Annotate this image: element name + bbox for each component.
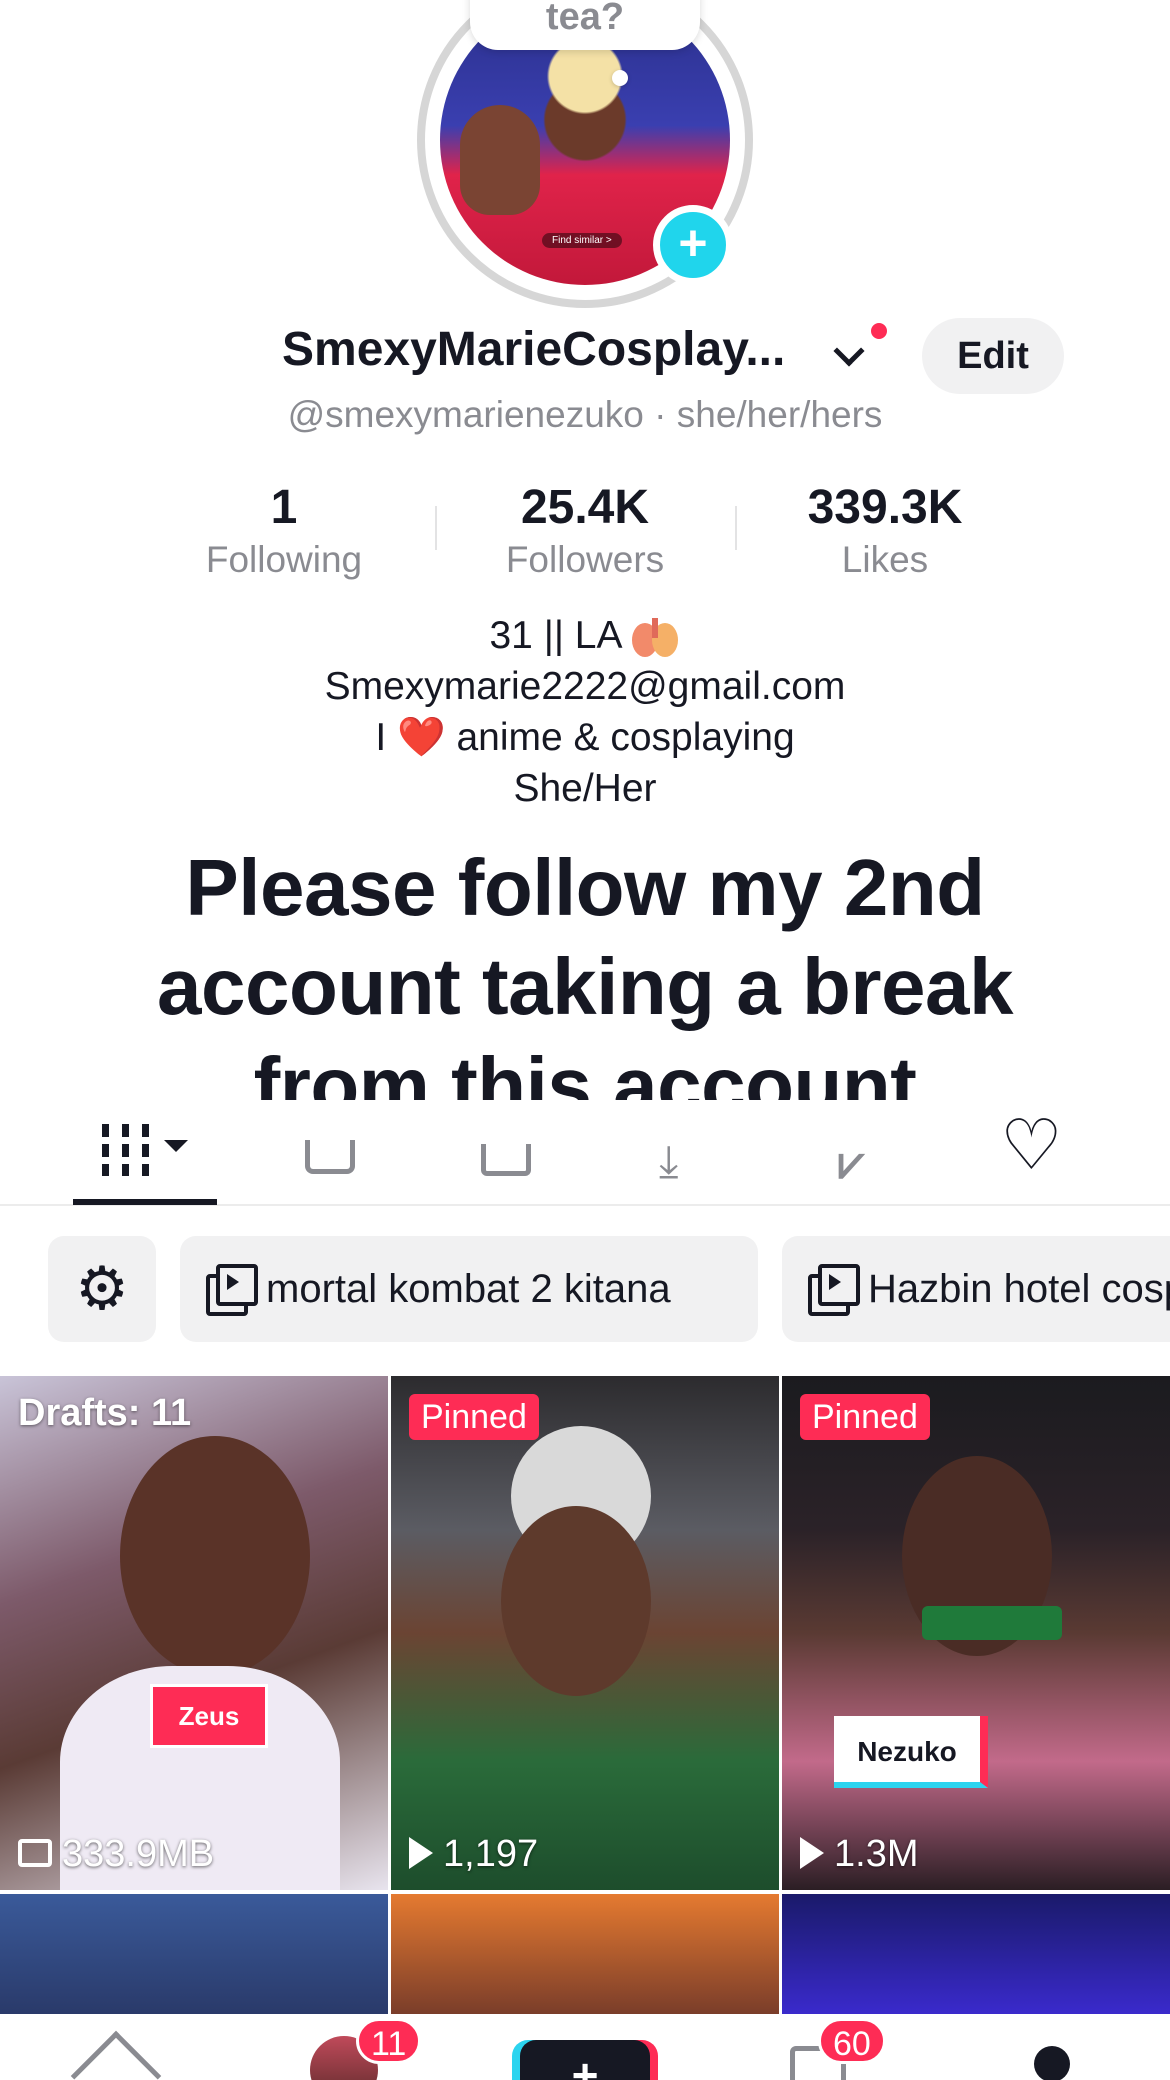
chip-label: mortal kombat 2 kitana — [266, 1267, 671, 1311]
chevron-down-icon[interactable] — [833, 335, 865, 367]
handle-row: @smexymarienezuko · she/her/hers — [0, 394, 1170, 436]
stat-label: Followers — [505, 539, 665, 580]
profile-tab-icon[interactable] — [1034, 2046, 1070, 2080]
heart-icon: ♡ — [1000, 1106, 1063, 1184]
chip-playlist[interactable]: mortal kombat 2 kitana — [180, 1236, 758, 1342]
note-bubble[interactable]: tea? — [470, 0, 700, 50]
draft-size: 333.9MB — [18, 1833, 214, 1876]
bio-line-interests: I ❤️ anime & cosplaying — [0, 712, 1170, 763]
tab-liked[interactable]: ♡ — [964, 1100, 1104, 1200]
stat-likes[interactable]: 339.3K Likes — [735, 480, 1035, 581]
video-thumbnail[interactable]: Pinned Nezuko 1.3M — [782, 1376, 1170, 1890]
video-thumbnail[interactable]: Pinned 1,197 — [391, 1376, 779, 1890]
chevron-down-icon — [164, 1140, 188, 1152]
bio: 31 || LA Smexymarie2222@gmail.com I ❤️ a… — [0, 610, 1170, 814]
tab-tagged[interactable]: ⩗ — [790, 1100, 930, 1200]
home-icon[interactable] — [70, 2030, 162, 2080]
view-count: 1.3M — [800, 1833, 918, 1876]
add-story-button[interactable]: + — [653, 205, 733, 285]
active-tab-indicator — [73, 1199, 217, 1205]
profile-stats: 1 Following 25.4K Followers 339.3K Likes — [0, 480, 1170, 590]
stat-value: 339.3K — [807, 481, 963, 534]
sticker: Zeus — [150, 1684, 268, 1748]
pronouns: she/her/hers — [676, 394, 883, 435]
notification-dot — [868, 320, 890, 342]
display-name[interactable]: SmexyMarieCosplay... — [282, 322, 785, 377]
playlist-chips: ⚙ mortal kombat 2 kitana Hazbin hotel co… — [0, 1236, 1170, 1344]
avatar-hand-graphic — [460, 105, 540, 215]
edit-profile-button[interactable]: Edit — [922, 318, 1064, 394]
bio-text: anime & cosplaying — [456, 716, 795, 759]
video-thumbnail-drafts[interactable]: Drafts: 11 Zeus 333.9MB — [0, 1376, 388, 1890]
tab-favorites[interactable]: ⤓ — [614, 1100, 754, 1200]
bio-line-pronouns: She/Her — [513, 767, 657, 810]
tab-private[interactable] — [260, 1100, 400, 1200]
thumbnail-graphic — [501, 1506, 651, 1696]
drafts-icon — [18, 1838, 52, 1867]
tagged-icon: ⩗ — [838, 1136, 864, 1188]
heart-emoji-icon: ❤️ — [397, 716, 446, 759]
friends-badge: 11 — [356, 2018, 422, 2064]
video-thumbnail[interactable] — [0, 1894, 388, 2014]
chip-label: Hazbin hotel cosplay — [868, 1267, 1170, 1311]
bio-line-email[interactable]: Smexymarie2222@gmail.com — [0, 661, 1170, 712]
find-similar-label[interactable]: Find similar > — [542, 233, 622, 248]
bio-line-location: 31 || LA — [0, 610, 1170, 661]
lungs-emoji-icon — [631, 617, 678, 657]
inbox-badge: 60 — [818, 2018, 886, 2064]
stat-following[interactable]: 1 Following — [134, 480, 434, 581]
reposts-icon — [481, 1144, 531, 1176]
separator: · — [654, 394, 667, 435]
lock-icon — [305, 1140, 355, 1174]
bio-text: I — [375, 716, 387, 759]
tab-reposts[interactable] — [436, 1100, 576, 1200]
favorites-icon: ⤓ — [659, 1137, 679, 1186]
tab-videos[interactable] — [72, 1100, 212, 1200]
chip-playlist[interactable]: Hazbin hotel cosplay — [782, 1236, 1170, 1342]
stat-followers[interactable]: 25.4K Followers — [435, 480, 735, 581]
thumbnail-graphic — [120, 1436, 310, 1676]
announcement-text: Please follow my 2nd account taking a br… — [157, 843, 1013, 1130]
playlist-icon — [808, 1264, 860, 1317]
content-tabs: ⤓ ⩗ ♡ — [0, 1100, 1170, 1206]
chip-settings[interactable]: ⚙ — [48, 1236, 156, 1342]
grid-icon — [102, 1124, 150, 1176]
view-count: 1,197 — [409, 1833, 538, 1876]
play-icon — [800, 1836, 824, 1869]
gear-icon: ⚙ — [75, 1255, 129, 1322]
note-text: tea? — [545, 0, 625, 38]
stat-label: Likes — [841, 539, 929, 580]
play-icon — [409, 1836, 433, 1869]
video-thumbnail[interactable] — [782, 1894, 1170, 2014]
sticker: Nezuko — [834, 1716, 988, 1788]
bamboo-graphic — [922, 1606, 1062, 1640]
bottom-nav: 11 + 60 — [0, 2018, 1170, 2080]
drafts-label: Drafts: 11 — [18, 1392, 192, 1434]
profile-name-row: SmexyMarieCosplay... Edit — [0, 318, 1170, 394]
create-button[interactable]: + — [520, 2040, 650, 2080]
video-thumbnail[interactable] — [391, 1894, 779, 2014]
stat-value: 1 — [270, 481, 298, 534]
username: @smexymarienezuko — [287, 394, 644, 435]
stat-value: 25.4K — [520, 481, 650, 534]
playlist-icon — [206, 1264, 258, 1317]
pinned-badge: Pinned — [800, 1394, 930, 1440]
plus-icon: + — [571, 2049, 599, 2080]
stat-label: Following — [205, 539, 363, 580]
note-bubble-tail — [612, 70, 628, 86]
pinned-badge: Pinned — [409, 1394, 539, 1440]
bio-text: 31 || LA — [489, 614, 623, 657]
